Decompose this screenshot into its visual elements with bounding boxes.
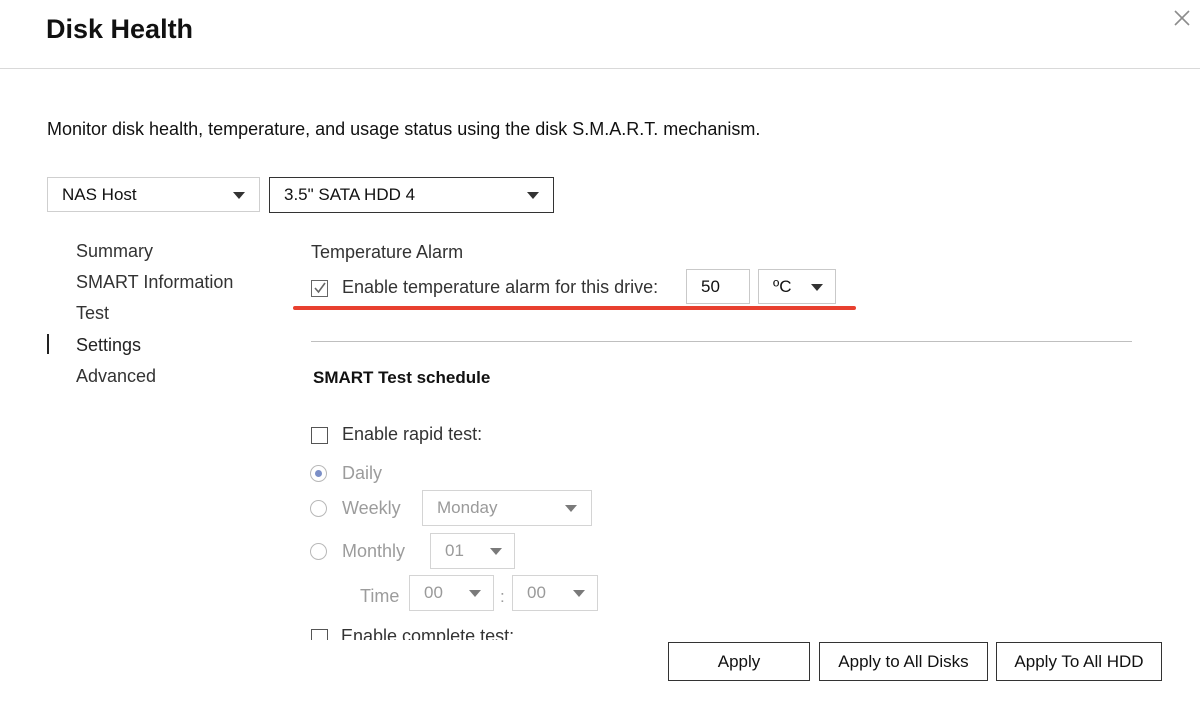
chevron-down-icon: [527, 192, 539, 199]
weekly-label: Weekly: [342, 498, 401, 518]
sidebar-item-smart-information[interactable]: SMART Information: [76, 272, 233, 293]
hour-select[interactable]: 00: [409, 575, 494, 611]
complete-test-checkbox[interactable]: [311, 629, 328, 640]
apply-to-all-hdd-button[interactable]: Apply To All HDD: [996, 642, 1162, 681]
monthly-day-select[interactable]: 01: [430, 533, 515, 569]
chevron-down-icon: [233, 191, 245, 199]
apply-to-all-disks-button[interactable]: Apply to All Disks: [819, 642, 988, 681]
temperature-unit-select[interactable]: ºC: [758, 269, 836, 304]
host-select[interactable]: NAS Host: [47, 177, 260, 212]
host-select-value: NAS Host: [62, 184, 137, 204]
close-icon[interactable]: [1170, 6, 1194, 30]
hour-value: 00: [424, 583, 443, 602]
time-label: Time: [360, 586, 400, 606]
scroll-clip-region: Enable complete test:: [300, 620, 660, 640]
temperature-threshold-input[interactable]: 50: [686, 269, 750, 304]
chevron-down-icon: [565, 505, 577, 512]
complete-test-label: Enable complete test:: [341, 626, 515, 640]
sidebar-item-settings[interactable]: Settings: [76, 335, 141, 356]
monthly-day-value: 01: [445, 541, 464, 560]
apply-button[interactable]: Apply: [668, 642, 810, 681]
temperature-alarm-heading: Temperature Alarm: [311, 242, 464, 262]
smart-schedule-heading: SMART Test schedule: [313, 368, 491, 387]
sidebar-item-summary[interactable]: Summary: [76, 241, 153, 262]
rapid-test-label: Enable rapid test:: [342, 424, 483, 444]
chevron-down-icon: [811, 283, 823, 291]
header-divider: [0, 68, 1200, 69]
minute-select[interactable]: 00: [512, 575, 598, 611]
weekly-day-value: Monday: [437, 498, 498, 517]
temperature-unit-value: ºC: [773, 276, 792, 296]
highlight-underline: [293, 306, 856, 310]
temperature-threshold-value: 50: [701, 276, 720, 296]
disk-select[interactable]: 3.5" SATA HDD 4: [269, 177, 554, 213]
sidebar-item-advanced[interactable]: Advanced: [76, 366, 156, 387]
chevron-down-icon: [469, 590, 481, 597]
dialog-title: Disk Health: [46, 14, 194, 44]
weekly-radio[interactable]: [310, 500, 327, 517]
disk-select-value: 3.5" SATA HDD 4: [284, 185, 416, 204]
rapid-test-checkbox[interactable]: [311, 427, 328, 444]
active-nav-indicator: [47, 334, 49, 354]
sidebar-item-test[interactable]: Test: [76, 303, 109, 324]
daily-radio[interactable]: [310, 465, 327, 482]
chevron-down-icon: [490, 548, 502, 555]
checkmark-icon: [314, 282, 326, 294]
temperature-alarm-checkbox[interactable]: [311, 280, 328, 297]
temperature-alarm-label: Enable temperature alarm for this drive:: [342, 277, 659, 297]
monthly-radio[interactable]: [310, 543, 327, 560]
time-separator: :: [500, 587, 505, 606]
weekly-day-select[interactable]: Monday: [422, 490, 592, 526]
section-divider: [311, 341, 1132, 342]
chevron-down-icon: [573, 590, 585, 597]
daily-label: Daily: [342, 463, 383, 483]
minute-value: 00: [527, 583, 546, 602]
monthly-label: Monthly: [342, 541, 406, 561]
dialog-description: Monitor disk health, temperature, and us…: [47, 119, 761, 139]
